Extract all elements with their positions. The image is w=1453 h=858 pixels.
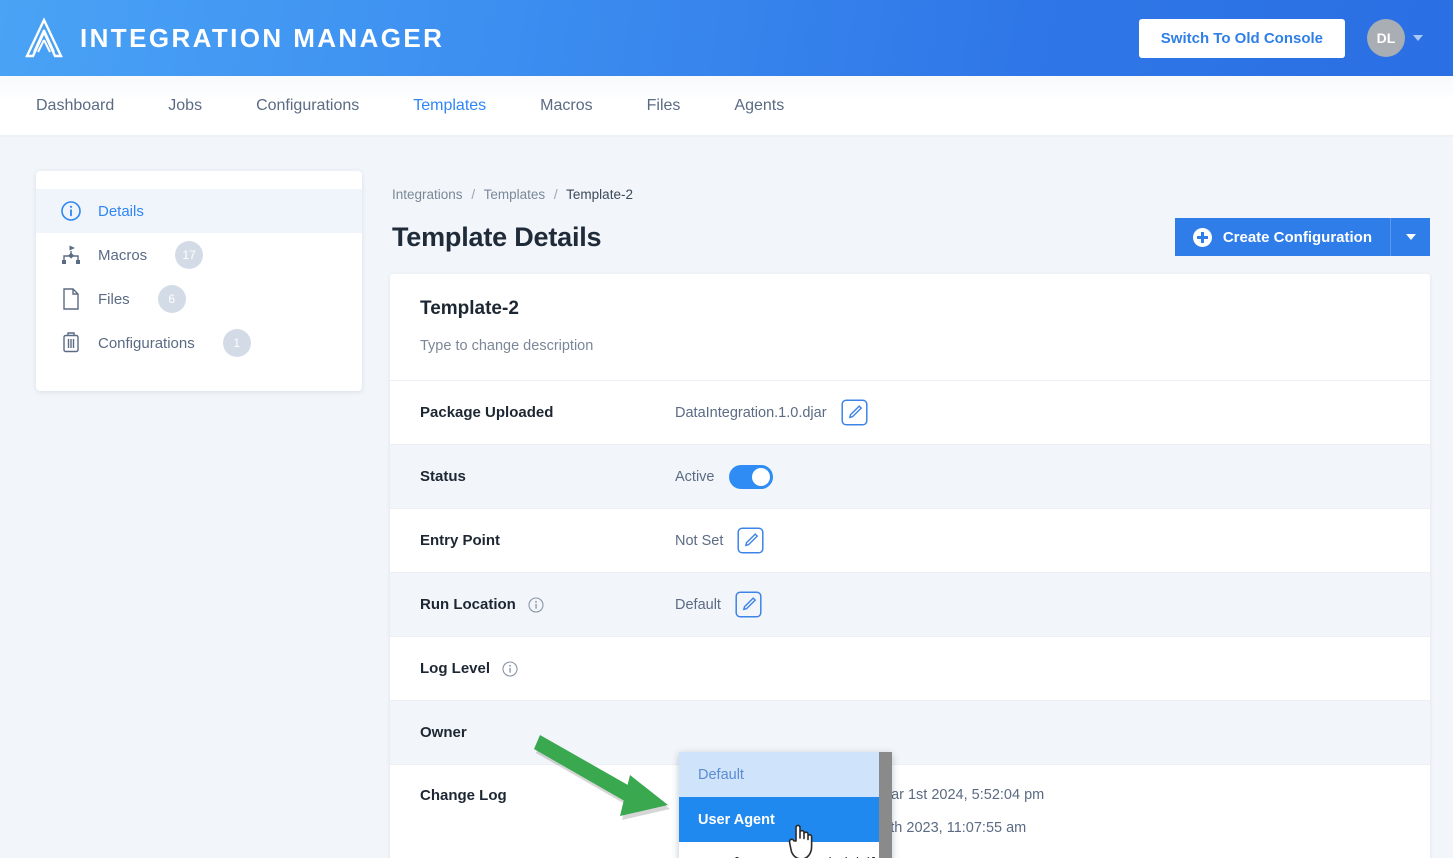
plus-circle-icon — [1192, 227, 1212, 247]
nav-item-files[interactable]: Files — [620, 76, 708, 135]
page-body: Details Macros 17 Files 6 Configurations… — [0, 135, 1453, 858]
sidebar-item-configurations[interactable]: Configurations 1 — [36, 321, 362, 365]
info-icon[interactable] — [502, 660, 518, 677]
dropdown-option-user-agent[interactable]: User Agent — [679, 797, 892, 842]
status-toggle[interactable] — [728, 464, 773, 489]
breadcrumb-separator: / — [553, 187, 558, 202]
brand: INTEGRATION MANAGER — [24, 17, 444, 59]
row-label: Entry Point — [420, 532, 501, 549]
run-location-label: Run Location — [420, 596, 516, 613]
create-configuration-dropdown-button[interactable] — [1391, 218, 1430, 256]
row-log-level: Log Level — [390, 636, 1430, 700]
nav-item-macros[interactable]: Macros — [513, 76, 619, 135]
row-status: Status Active — [390, 444, 1430, 508]
log-level-label: Log Level — [420, 660, 491, 677]
mountain-logo-icon — [25, 17, 63, 58]
breadcrumb-separator: / — [471, 187, 476, 202]
template-name: Template-2 — [420, 298, 519, 319]
edit-icon[interactable] — [737, 527, 764, 554]
row-label: Log Level — [420, 660, 675, 677]
switch-to-old-console-button[interactable]: Switch To Old Console — [1138, 18, 1345, 58]
app-root: INTEGRATION MANAGER Switch To Old Consol… — [0, 0, 1453, 858]
template-description-input[interactable]: Type to change description — [420, 338, 1430, 354]
header-actions: Switch To Old Console DL — [1138, 18, 1423, 58]
sidebar-item-label: Macros — [98, 246, 148, 264]
dropdown-option-default[interactable]: Default — [679, 752, 892, 797]
create-configuration-button[interactable]: Create Configuration — [1174, 218, 1391, 256]
edit-icon[interactable] — [840, 399, 868, 426]
chevron-down-icon — [1405, 234, 1416, 240]
macro-flow-icon — [58, 242, 84, 268]
sidebar-item-label: Details — [98, 202, 144, 220]
avatar[interactable]: DL — [1367, 19, 1405, 57]
row-package-uploaded: Package Uploaded DataIntegration.1.0.dja… — [390, 380, 1430, 444]
status-value: Active — [675, 468, 715, 485]
info-circle-icon — [58, 198, 84, 224]
breadcrumb-current: Template-2 — [566, 187, 633, 202]
row-value-group: Active — [675, 464, 773, 489]
row-value-group: DataIntegration.1.0.djar — [675, 399, 868, 426]
user-menu[interactable]: DL — [1367, 19, 1423, 57]
row-value-group: Default — [675, 591, 762, 618]
row-change-log: Change Log tian.com on Mar 1st 2024, 5:5… — [390, 764, 1430, 858]
nav-item-jobs[interactable]: Jobs — [141, 76, 229, 135]
row-value-group: Not Set — [675, 527, 764, 554]
sidebar-badge-files: 6 — [157, 285, 186, 313]
run-location-value: Default — [675, 596, 721, 613]
row-label: Change Log — [420, 787, 507, 804]
sidebar-item-macros[interactable]: Macros 17 — [36, 233, 362, 277]
toggle-knob — [751, 467, 770, 486]
sidebar-badge-configurations: 1 — [222, 329, 251, 357]
breadcrumb-templates[interactable]: Templates — [484, 187, 546, 202]
sidebar-badge-macros: 17 — [175, 241, 204, 269]
chevron-down-icon[interactable] — [1413, 35, 1423, 41]
dropdown-scrollbar[interactable] — [879, 752, 892, 858]
brand-title: INTEGRATION MANAGER — [80, 22, 445, 53]
file-icon — [58, 286, 84, 312]
breadcrumb-integrations[interactable]: Integrations — [392, 187, 463, 202]
entry-point-value: Not Set — [675, 532, 724, 549]
dropdown-option-aws-n-virginia[interactable]: AWS [US East (N. Virginia)] — [679, 842, 892, 858]
sidebar-item-label: Configurations — [98, 334, 195, 352]
nav-item-agents[interactable]: Agents — [707, 76, 811, 135]
sidebar-item-details[interactable]: Details — [36, 189, 362, 233]
row-owner: Owner — [390, 700, 1430, 764]
create-configuration-label: Create Configuration — [1222, 228, 1372, 246]
package-uploaded-value: DataIntegration.1.0.djar — [675, 404, 827, 421]
page-title: Template Details — [392, 221, 602, 252]
page-actions: Create Configuration — [1174, 218, 1430, 256]
info-icon[interactable] — [528, 596, 544, 613]
row-entry-point: Entry Point Not Set — [390, 508, 1430, 572]
row-label: Package Uploaded — [420, 404, 554, 421]
dropdown-scrollbar-thumb[interactable] — [879, 752, 892, 858]
detail-sidebar: Details Macros 17 Files 6 Configurations… — [36, 171, 362, 391]
sidebar-item-files[interactable]: Files 6 — [36, 277, 362, 321]
edit-icon[interactable] — [735, 591, 762, 618]
row-run-location: Run Location Default — [390, 572, 1430, 636]
briefcase-icon — [58, 330, 84, 356]
main-nav: Dashboard Jobs Configurations Templates … — [0, 76, 1453, 135]
row-label: Status — [420, 468, 466, 485]
sidebar-item-label: Files — [98, 290, 130, 308]
template-details-card: Template-2 Type to change description Pa… — [390, 274, 1430, 858]
row-label: Run Location — [420, 596, 675, 613]
card-header: Template-2 Type to change description — [390, 274, 1430, 380]
breadcrumb: Integrations / Templates / Template-2 — [390, 135, 1430, 202]
top-header: INTEGRATION MANAGER Switch To Old Consol… — [0, 0, 1453, 76]
main-column: Integrations / Templates / Template-2 Te… — [390, 135, 1430, 858]
nav-item-configurations[interactable]: Configurations — [229, 76, 386, 135]
nav-item-dashboard[interactable]: Dashboard — [36, 76, 141, 135]
nav-item-templates[interactable]: Templates — [386, 76, 513, 135]
run-location-dropdown[interactable]: Default User Agent AWS [US East (N. Virg… — [679, 752, 892, 858]
page-title-row: Template Details Create Configuration — [390, 218, 1430, 256]
row-label: Owner — [420, 724, 467, 741]
